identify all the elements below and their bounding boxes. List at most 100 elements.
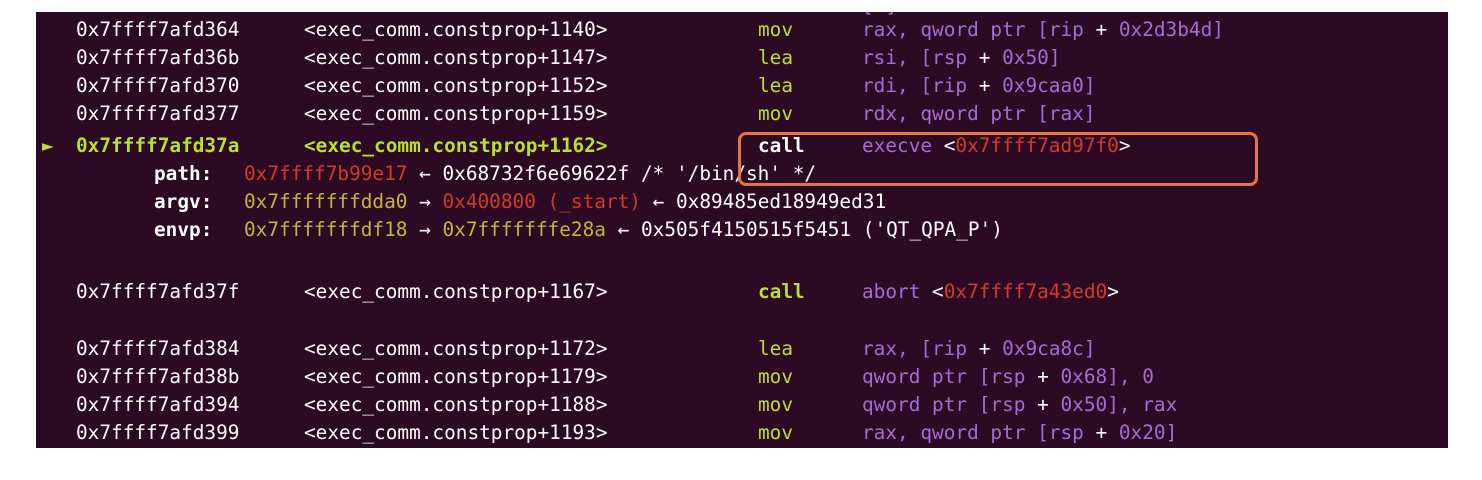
operand-part: 0x7fffffffdf18 [244,218,408,241]
operands: rdx, qword ptr [rax] [862,100,1095,128]
operand-part: ] [1212,18,1224,41]
operand-part: rsp [1048,421,1084,444]
call-arg-line: envp: 0x7fffffffdf18 → 0x7fffffffe28a ← … [36,216,1003,244]
operands: qword ptr [rsp + 0x68], 0 [862,363,1154,391]
instruction-symbol: <exec_comm.constprop+1159> [304,102,608,125]
operand-part: qword ptr [ [862,365,991,388]
instruction-address: 0x7ffff7afd384 [76,337,240,360]
instruction-symbol: <exec_comm.constprop+1167> [304,280,608,303]
operand-part: ] [1083,74,1096,97]
operand-part: 0x7fffffffe28a [442,218,606,241]
operand-part: rip [932,74,968,97]
call-target-close: > [1107,280,1119,303]
operand-part: + [967,74,1003,97]
operand-part: ], [1107,393,1143,416]
call-target-address: 0x7ffff7a43ed0 [943,280,1108,303]
operand-part: → [407,218,443,241]
operand-part: ] [1165,421,1178,444]
operands: rax, qword ptr [rip + 0x2d3b4d] [862,16,1224,44]
operand-part: qword ptr [ [862,393,991,416]
instruction-address: 0x7ffff7afd370 [76,74,240,97]
instruction-address: 0x7ffff7afd36b [76,46,240,69]
arg-key-path: path: [154,162,213,185]
instruction-address: 0x7ffff7afd37f [76,280,240,303]
mnemonic: mov [758,18,794,41]
operand-part: rax [1142,393,1178,416]
disasm-line[interactable]: 0x7ffff7afd364 <exec_comm.constprop+1140… [36,16,1224,44]
disasm-line[interactable]: 0x7ffff7afd384 <exec_comm.constprop+1172… [36,335,1096,363]
disasm-line[interactable]: 0x7ffff7afd394 <exec_comm.constprop+1188… [36,391,1177,419]
operand-part: 0 [1142,365,1154,388]
arg-value: 0x7ffff7b99e17 ← 0x68732f6e69622f /* '/b… [244,160,816,188]
mnemonic: lea [758,337,794,360]
operand-part: rip [1048,18,1084,41]
operand-part: ← [605,218,641,241]
disasm-line[interactable]: 0x7ffff7afd399 <exec_comm.constprop+1193… [36,419,1177,447]
arg-key-envp: envp: [154,218,213,241]
operands: rax, qword ptr [rsp + 0x20] [862,419,1177,447]
instruction-address: 0x7ffff7afd394 [76,393,240,416]
call-target: abort <0x7ffff7a43ed0> [862,278,1119,306]
disasm-line[interactable]: 0x7ffff7afd37f <exec_comm.constprop+1167… [36,278,1119,306]
arg-key-argv: argv: [154,190,213,213]
operand-part: rdx, qword ptr [rax] [862,102,1096,125]
instruction-symbol: <exec_comm.constprop+1147> [304,46,608,69]
operand-part: ] [1048,46,1061,69]
operand-part: + [1083,18,1119,41]
operand-part: ← [640,190,676,213]
operand-part: rsp [990,393,1026,416]
operand-part: → [407,190,443,213]
call-target-address: 0x7ffff7ad97f0 [955,134,1119,157]
operand-part: rsp [990,365,1026,388]
operand-part: rax, [ [862,337,933,360]
operand-part: 0x2d3b4d [1118,18,1213,41]
operand-part: 0x68 [1060,365,1108,388]
operand-part: + [967,337,1003,360]
mnemonic: mov [758,393,794,416]
call-target-close: > [1118,134,1131,157]
disasm-line[interactable]: 0x7ffff7afd38b <exec_comm.constprop+1179… [36,363,1154,391]
mnemonic: lea [758,74,794,97]
call-target: execve <0x7ffff7ad97f0> [862,132,1131,160]
instruction-symbol: <exec_comm.constprop+1193> [304,421,608,444]
mnemonic: lea [758,46,794,69]
terminal-disassembly-view: [ ] 0x7ffff7afd364 <exec_comm.constprop+… [36,12,1448,448]
operand-part: 0x9caa0 [1002,74,1084,97]
operand-part: qword ptr [ [920,18,1049,41]
operand-part: + [967,46,1003,69]
instruction-symbol: <exec_comm.constprop+1152> [304,74,608,97]
instruction-address: 0x7ffff7afd377 [76,102,240,125]
disasm-line[interactable]: 0x7ffff7afd377 <exec_comm.constprop+1159… [36,100,1095,128]
operand-part: 0x68732f6e69622f /* '/bin/sh' */ [442,162,817,185]
disasm-line[interactable]: 0x7ffff7afd36b <exec_comm.constprop+1147… [36,44,1061,72]
mnemonic: mov [758,365,794,388]
instruction-address: 0x7ffff7afd37a [76,134,240,157]
call-target-name: abort [862,280,921,303]
mnemonic: mov [758,102,794,125]
operands: rax, [rip + 0x9ca8c] [862,335,1096,363]
instruction-address: 0x7ffff7afd364 [76,18,240,41]
operand-part: 0x50 [1002,46,1049,69]
mnemonic: call [758,134,805,157]
operand-part: 0x9ca8c [1002,337,1084,360]
current-pc-arrow-icon: ► [42,134,54,157]
arg-value: 0x7fffffffdda0 → 0x400800 (_start) ← 0x8… [244,188,886,216]
instruction-symbol: <exec_comm.constprop+1172> [304,337,608,360]
instruction-symbol: <exec_comm.constprop+1179> [304,365,608,388]
call-arg-line: argv: 0x7fffffffdda0 → 0x400800 (_start)… [36,188,886,216]
operand-part: + [1025,393,1061,416]
operand-part: 0x7fffffffdda0 [244,190,408,213]
instruction-address: 0x7ffff7afd38b [76,365,240,388]
disasm-line[interactable]: 0x7ffff7afd370 <exec_comm.constprop+1152… [36,72,1096,100]
operand-part: ] [1083,337,1096,360]
mnemonic: mov [758,421,794,444]
current-instruction-line[interactable]: ► 0x7ffff7afd37a <exec_comm.constprop+11… [36,132,1131,160]
arg-value: 0x7fffffffdf18 → 0x7fffffffe28a ← 0x505f… [244,216,1003,244]
operand-part: rax, [862,18,921,41]
operand-part: rdi, [ [862,74,933,97]
operand-part: 0x89485ed18949ed31 [675,190,887,213]
call-target-open: < [920,280,944,303]
call-target-open: < [932,134,956,157]
operand-part: rsi, [ [862,46,933,69]
operand-part: + [1025,365,1061,388]
